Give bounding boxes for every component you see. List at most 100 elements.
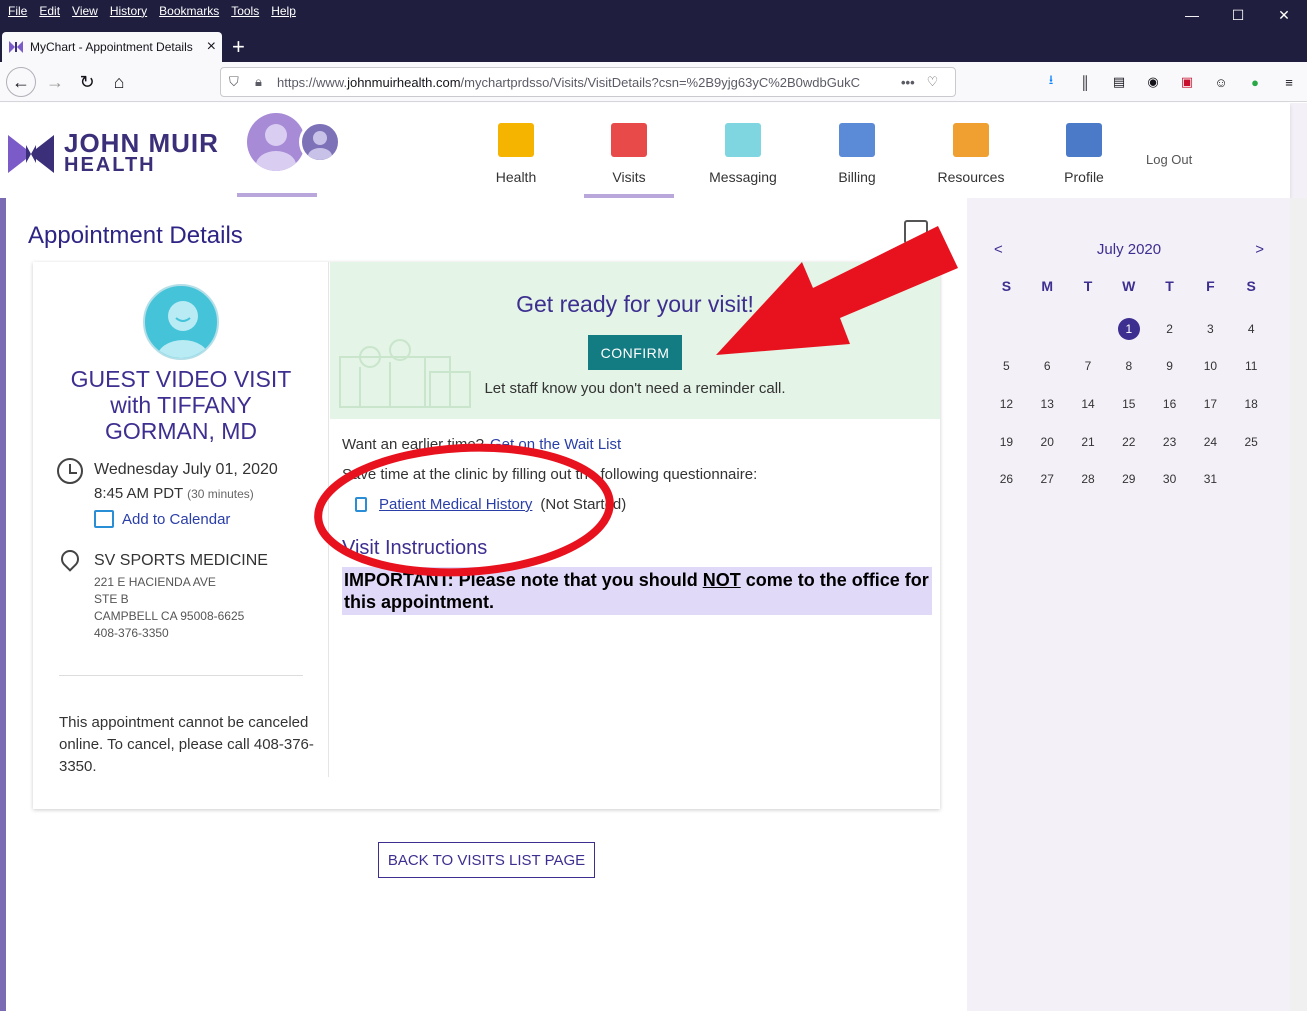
url-domain: johnmuirhealth.com <box>347 74 461 90</box>
sidebar-icon[interactable]: ▤ <box>1109 72 1129 92</box>
calendar-day-17[interactable]: 17 <box>1190 385 1231 423</box>
calendar-day-13[interactable]: 13 <box>1027 385 1068 423</box>
add-to-calendar-link[interactable]: Add to Calendar <box>94 510 230 528</box>
calendar-day-2[interactable]: 2 <box>1149 310 1190 348</box>
nav-label: Messaging <box>709 169 777 185</box>
menu-history[interactable]: History <box>110 4 147 18</box>
calendar-day-18[interactable]: 18 <box>1231 385 1272 423</box>
weekday-header: SMTWTFS <box>986 278 1272 294</box>
url-text[interactable]: https://www.johnmuirhealth.com/mychartpr… <box>277 75 897 90</box>
maximize-icon[interactable]: ☐ <box>1215 0 1261 30</box>
forward-icon[interactable]: → <box>40 67 70 97</box>
back-to-visits-button[interactable]: BACK TO VISITS LIST PAGE <box>378 842 595 878</box>
calendar-day-30[interactable]: 30 <box>1149 460 1190 498</box>
calendar-day-11[interactable]: 11 <box>1231 348 1272 386</box>
nav-visits[interactable]: Visits <box>584 117 674 198</box>
book-icon <box>953 123 989 157</box>
cancel-note: This appointment cannot be canceled onli… <box>59 714 314 775</box>
pocket-icon[interactable]: ♡ <box>927 74 943 90</box>
prev-month-button[interactable]: < <box>994 241 1003 258</box>
calendar-day-9[interactable]: 9 <box>1149 348 1190 386</box>
url-prefix: https://www. <box>277 74 348 90</box>
calendar-day-24[interactable]: 24 <box>1190 423 1231 461</box>
calendar-day-6[interactable]: 6 <box>1027 348 1068 386</box>
menu-edit[interactable]: Edit <box>39 4 60 18</box>
close-tab-icon[interactable]: × <box>207 38 216 56</box>
menu-view[interactable]: View <box>72 4 98 18</box>
toolbar-icons: ⭳ ║ ▤ ◉ ▣ ☺ ● ≡ <box>1041 72 1299 92</box>
weekday-label: M <box>1041 278 1054 294</box>
calendar-add-icon <box>94 510 114 528</box>
calendar-day-25[interactable]: 25 <box>1231 423 1272 461</box>
page-actions-icon[interactable]: ••• <box>901 75 915 90</box>
nav-health[interactable]: Health <box>471 117 561 185</box>
nav-label: Health <box>495 169 537 185</box>
calendar-day-23[interactable]: 23 <box>1149 423 1190 461</box>
calendar-month: July 2020 <box>1096 241 1162 258</box>
minimize-icon[interactable]: — <box>1169 0 1215 30</box>
new-tab-icon[interactable]: + <box>232 34 245 60</box>
close-window-icon[interactable]: ✕ <box>1261 0 1307 30</box>
nav-messaging[interactable]: Messaging <box>698 117 788 185</box>
calendar-day-1[interactable]: 1 <box>1108 310 1149 348</box>
nav-resources[interactable]: Resources <box>926 117 1016 185</box>
nav-profile[interactable]: Profile <box>1039 117 1129 185</box>
reload-icon[interactable]: ↻ <box>72 67 102 97</box>
calendar-day-10[interactable]: 10 <box>1190 348 1231 386</box>
logo-line1: JOHN MUIR <box>64 128 219 158</box>
instructions-title: Visit Instructions <box>342 537 488 559</box>
window-controls: — ☐ ✕ <box>1169 0 1307 30</box>
weekday-label: W <box>1122 278 1136 294</box>
address-bar[interactable]: ⛉ 🔒︎ https://www.johnmuirhealth.com/mych… <box>220 67 956 97</box>
ready-title: Get ready for your visit! <box>516 291 754 317</box>
calendar-day-26[interactable]: 26 <box>986 460 1027 498</box>
calendar-day-31[interactable]: 31 <box>1190 460 1231 498</box>
calendar-day-4[interactable]: 4 <box>1231 310 1272 348</box>
calendar-day-19[interactable]: 19 <box>986 423 1027 461</box>
calendar-day-16[interactable]: 16 <box>1149 385 1190 423</box>
calendar-day-3[interactable]: 3 <box>1190 310 1231 348</box>
menu-bookmarks[interactable]: Bookmarks <box>159 4 219 18</box>
menu-help[interactable]: Help <box>271 4 296 18</box>
proxy-avatars[interactable] <box>237 105 341 197</box>
library-icon[interactable]: ║ <box>1075 72 1095 92</box>
addon-icon[interactable]: ● <box>1245 72 1265 92</box>
calendar-day-12[interactable]: 12 <box>986 385 1027 423</box>
calendar-day-29[interactable]: 29 <box>1108 460 1149 498</box>
logout-link[interactable]: Log Out <box>1146 152 1192 167</box>
lock-icon[interactable]: 🔒︎ <box>255 74 269 90</box>
calendar-day-22[interactable]: 22 <box>1108 423 1149 461</box>
department-address: 221 E HACIENDA AVE STE B CAMPBELL CA 95008… <box>94 574 244 642</box>
calendar-day-14[interactable]: 14 <box>1068 385 1109 423</box>
calendar-day-15[interactable]: 15 <box>1108 385 1149 423</box>
extension-icon[interactable]: ◉ <box>1143 72 1163 92</box>
patient-medical-history-link[interactable]: Patient Medical History <box>379 496 532 513</box>
calendar-extension-icon[interactable]: ▣ <box>1177 72 1197 92</box>
calendar-day-7[interactable]: 7 <box>1068 348 1109 386</box>
nav-billing[interactable]: Billing <box>812 117 902 185</box>
menu-icon[interactable]: ≡ <box>1279 72 1299 92</box>
menu-tools[interactable]: Tools <box>231 4 259 18</box>
calendar-day-8[interactable]: 8 <box>1108 348 1149 386</box>
browser-tab[interactable]: MyChart - Appointment Details × <box>2 32 222 62</box>
print-icon[interactable] <box>904 220 928 244</box>
user-avatar-icon[interactable] <box>247 113 305 171</box>
menu-file[interactable]: File <box>8 4 27 18</box>
waitlist-link[interactable]: Get on the Wait List <box>490 436 621 453</box>
calendar-day-28[interactable]: 28 <box>1068 460 1109 498</box>
home-icon[interactable]: ⌂ <box>104 67 134 97</box>
john-muir-logo[interactable]: JOHN MUIR HEALTH <box>8 128 219 177</box>
back-icon[interactable]: ← <box>6 67 36 97</box>
scrollbar[interactable] <box>1290 198 1307 1011</box>
calendar-day-20[interactable]: 20 <box>1027 423 1068 461</box>
proxy-avatar-icon[interactable] <box>299 121 341 163</box>
shield-icon[interactable]: ⛉ <box>229 74 245 90</box>
logo-mark-icon <box>8 135 54 173</box>
confirm-button[interactable]: CONFIRM <box>588 335 682 370</box>
calendar-day-5[interactable]: 5 <box>986 348 1027 386</box>
account-icon[interactable]: ☺ <box>1211 72 1231 92</box>
calendar-day-27[interactable]: 27 <box>1027 460 1068 498</box>
next-month-button[interactable]: > <box>1255 241 1264 258</box>
download-icon[interactable]: ⭳ <box>1041 72 1061 92</box>
calendar-day-21[interactable]: 21 <box>1068 423 1109 461</box>
